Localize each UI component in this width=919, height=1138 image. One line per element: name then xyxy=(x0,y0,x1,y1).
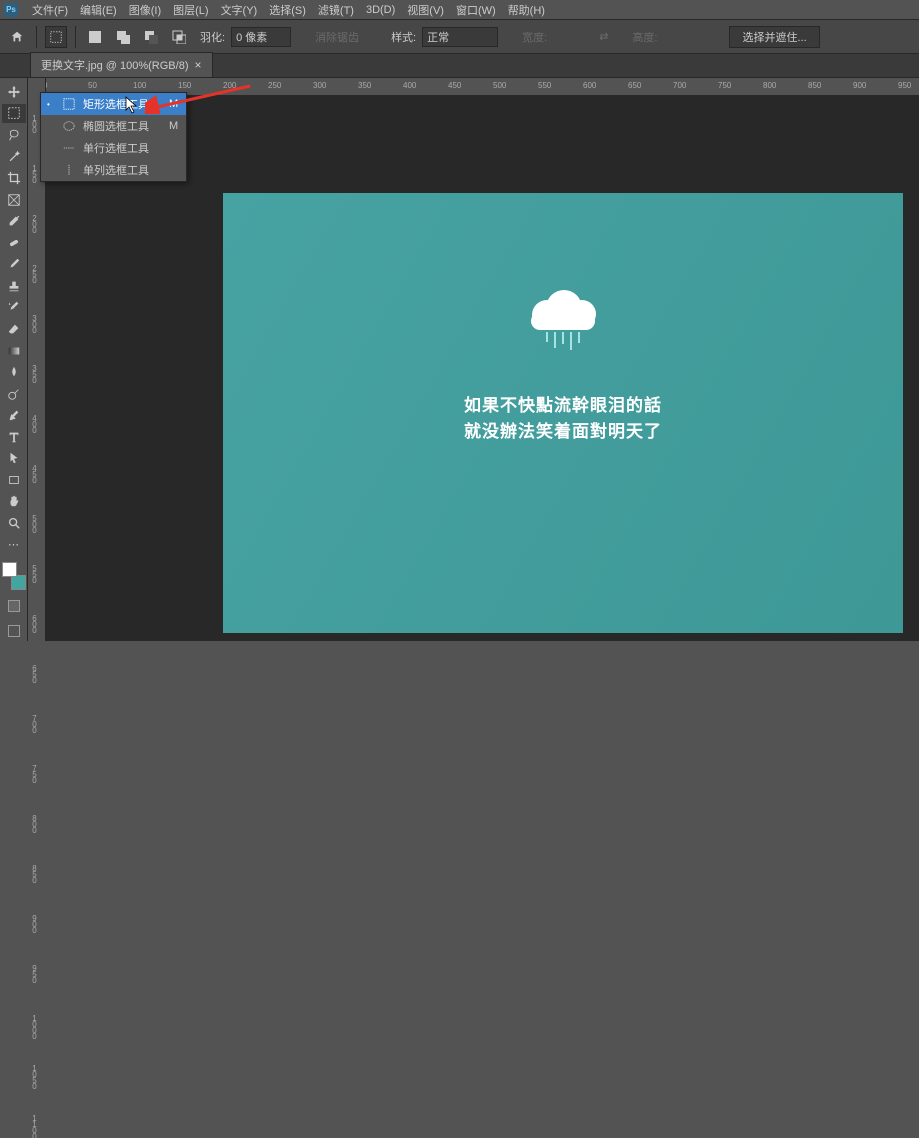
tool-zoom[interactable] xyxy=(2,513,26,533)
flyout-label: 矩形选框工具 xyxy=(83,96,149,112)
flyout-shortcut: M xyxy=(169,120,178,132)
swap-icon: ⇄ xyxy=(599,30,608,43)
row-marquee-icon xyxy=(61,142,77,154)
tool-lasso[interactable] xyxy=(2,125,26,145)
tab-title: 更换文字.jpg @ 100%(RGB/8) xyxy=(41,57,189,73)
tool-eraser[interactable] xyxy=(2,319,26,339)
tool-brush[interactable] xyxy=(2,255,26,275)
style-label: 样式: xyxy=(391,29,416,45)
tool-eyedropper[interactable] xyxy=(2,211,26,231)
feather-input[interactable] xyxy=(231,27,291,47)
color-swatches[interactable] xyxy=(2,562,26,589)
height-label: 高度: xyxy=(632,29,657,45)
canvas-text: 如果不快點流幹眼泪的話 就没辦法笑着面對明天了 xyxy=(223,393,903,444)
flyout-rect-marquee[interactable]: • 矩形选框工具 M xyxy=(41,93,186,115)
tool-rectangle[interactable] xyxy=(2,470,26,490)
quickmask-mask[interactable] xyxy=(2,621,26,641)
menu-view[interactable]: 视图(V) xyxy=(401,0,450,20)
menu-3d[interactable]: 3D(D) xyxy=(360,2,401,18)
marquee-flyout: • 矩形选框工具 M 椭圆选框工具 M 单行选框工具 单列选框工具 xyxy=(40,92,187,182)
separator xyxy=(75,26,76,48)
flyout-label: 单行选框工具 xyxy=(83,140,158,156)
tool-stamp[interactable] xyxy=(2,276,26,296)
tool-frame[interactable] xyxy=(2,190,26,210)
ellipse-marquee-icon xyxy=(61,120,77,132)
tool-preset-icon[interactable] xyxy=(45,26,67,48)
separator xyxy=(36,26,37,48)
col-marquee-icon xyxy=(61,164,77,176)
tool-healing[interactable] xyxy=(2,233,26,253)
text-line-2: 就没辦法笑着面對明天了 xyxy=(223,419,903,445)
select-mask-button[interactable]: 选择并遮住... xyxy=(729,26,819,48)
active-dot-icon: • xyxy=(47,100,55,109)
rain-graphic xyxy=(523,332,603,350)
feather-label: 羽化: xyxy=(200,29,225,45)
document-tabbar: 更换文字.jpg @ 100%(RGB/8) × xyxy=(0,54,919,78)
flyout-ellipse-marquee[interactable]: 椭圆选框工具 M xyxy=(41,115,186,137)
foreground-swatch[interactable] xyxy=(2,562,17,577)
close-icon[interactable]: × xyxy=(195,58,202,72)
style-select[interactable] xyxy=(422,27,498,47)
app-icon: Ps xyxy=(4,3,18,17)
width-label: 宽度: xyxy=(522,29,547,45)
menubar: Ps 文件(F) 编辑(E) 图像(I) 图层(L) 文字(Y) 选择(S) 滤… xyxy=(0,0,919,20)
flyout-shortcut: M xyxy=(169,98,178,110)
tool-crop[interactable] xyxy=(2,168,26,188)
menu-layer[interactable]: 图层(L) xyxy=(167,0,214,20)
menu-file[interactable]: 文件(F) xyxy=(26,0,74,20)
menu-window[interactable]: 窗口(W) xyxy=(450,0,502,20)
tool-dodge[interactable] xyxy=(2,384,26,404)
menu-type[interactable]: 文字(Y) xyxy=(215,0,264,20)
tool-path-select[interactable] xyxy=(2,449,26,469)
quickmask-standard[interactable] xyxy=(2,596,26,616)
flyout-col-marquee[interactable]: 单列选框工具 xyxy=(41,159,186,181)
tool-pen[interactable] xyxy=(2,405,26,425)
tool-blur[interactable] xyxy=(2,362,26,382)
antialias-label: 消除锯齿 xyxy=(315,29,359,45)
tool-type[interactable] xyxy=(2,427,26,447)
flyout-label: 单列选框工具 xyxy=(83,162,158,178)
rect-marquee-icon xyxy=(61,98,77,110)
tool-more[interactable]: ⋯ xyxy=(2,535,26,555)
menu-help[interactable]: 帮助(H) xyxy=(502,0,551,20)
menu-edit[interactable]: 编辑(E) xyxy=(74,0,123,20)
flyout-label: 椭圆选框工具 xyxy=(83,118,149,134)
selection-intersect-icon[interactable] xyxy=(168,26,190,48)
options-bar: 羽化: 消除锯齿 样式: 宽度: ⇄ 高度: 选择并遮住... xyxy=(0,20,919,54)
cloud-graphic xyxy=(523,288,603,350)
flyout-row-marquee[interactable]: 单行选框工具 xyxy=(41,137,186,159)
toolbox: ⋯ xyxy=(0,78,28,641)
selection-add-icon[interactable] xyxy=(112,26,134,48)
text-line-1: 如果不快點流幹眼泪的話 xyxy=(223,393,903,419)
home-button[interactable] xyxy=(6,26,28,48)
tool-hand[interactable] xyxy=(2,492,26,512)
selection-subtract-icon[interactable] xyxy=(140,26,162,48)
canvas[interactable]: 如果不快點流幹眼泪的話 就没辦法笑着面對明天了 xyxy=(223,193,903,633)
tool-marquee[interactable] xyxy=(2,104,26,124)
menu-image[interactable]: 图像(I) xyxy=(123,0,167,20)
menu-filter[interactable]: 滤镜(T) xyxy=(312,0,360,20)
selection-new-icon[interactable] xyxy=(84,26,106,48)
tool-move[interactable] xyxy=(2,82,26,102)
tool-gradient[interactable] xyxy=(2,341,26,361)
document-tab[interactable]: 更换文字.jpg @ 100%(RGB/8) × xyxy=(30,52,213,77)
tool-wand[interactable] xyxy=(2,147,26,167)
tool-history-brush[interactable] xyxy=(2,298,26,318)
menu-select[interactable]: 选择(S) xyxy=(263,0,312,20)
